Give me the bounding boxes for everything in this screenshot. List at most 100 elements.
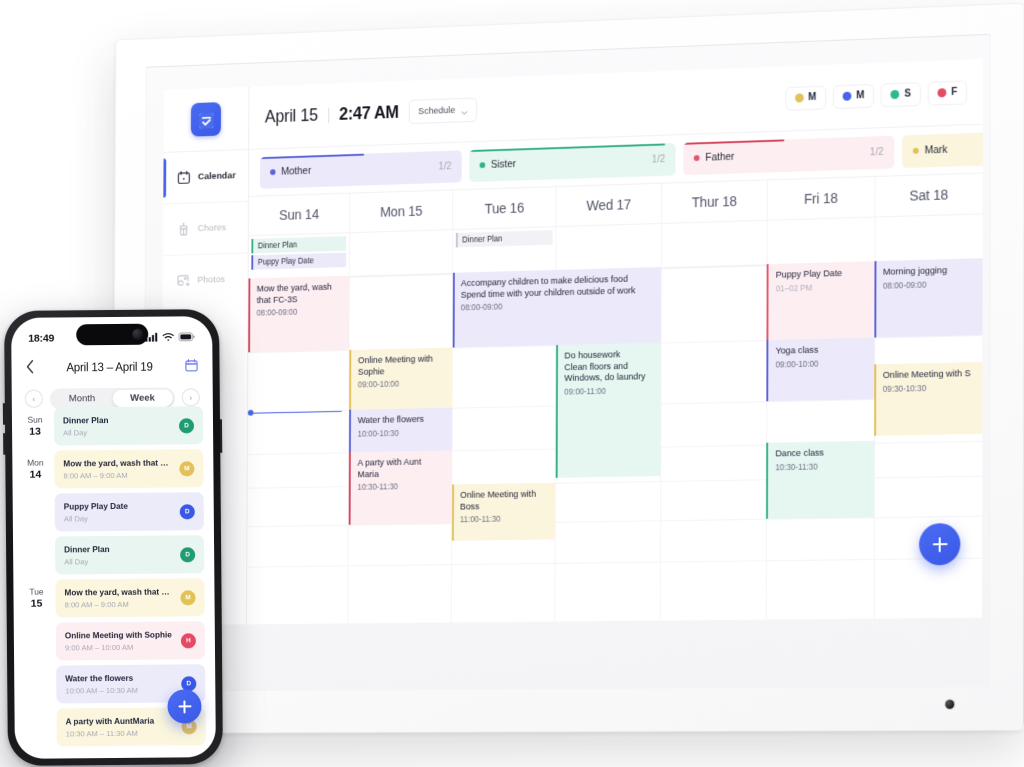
calendar-day-header[interactable]: Fri 18	[766, 176, 875, 220]
avatar[interactable]: S	[880, 81, 921, 107]
event-time: 08:00-09:00	[256, 306, 298, 318]
power-button[interactable]	[219, 419, 223, 454]
phone-week-range: April 13 – April 19	[66, 361, 153, 375]
calendar-event[interactable]: Water the flowers 10:00-10:30	[349, 407, 453, 453]
view-selector-button[interactable]: Schedule	[408, 97, 477, 125]
calendar-allday-cell[interactable]: Dinner Plan Puppy Play Date	[249, 233, 350, 279]
phone-event-title: Puppy Play Date	[63, 501, 128, 511]
sidebar-item-photos[interactable]: Photos	[162, 252, 248, 307]
calendar-event[interactable]: Online Meeting with Sophie 09:00-10:00	[349, 347, 453, 410]
calendar-day-header[interactable]: Tue 16	[452, 187, 556, 230]
calendar-allday-cell[interactable]	[555, 223, 661, 271]
member-color-dot	[479, 162, 486, 169]
calendar-event[interactable]: Puppy Play Date 01–02 PM	[766, 261, 875, 341]
calendar-allday-cell[interactable]	[660, 220, 767, 269]
phone-weekday: Mon	[27, 457, 44, 468]
phone-weekday: Tue	[29, 586, 44, 597]
chevron-left-circle-icon[interactable]: ‹	[24, 389, 43, 408]
main-panel: April 15 2:47 AM Schedule M M S F Mother…	[246, 58, 983, 625]
member-filter-pill[interactable]: Mark	[902, 129, 983, 168]
phone-event-item[interactable]: Online Meeting with Sophie 9:00 AM – 10:0…	[55, 621, 206, 661]
event-time: 10:00-10:30	[357, 427, 399, 439]
member-color-dot	[693, 155, 700, 162]
calendar-icon[interactable]	[184, 358, 198, 377]
calendar-day-header[interactable]: Thur 18	[660, 180, 767, 223]
event-time: 10:30-11:30	[357, 481, 399, 492]
phone-status-time: 18:49	[28, 332, 55, 345]
calendar-allday-cell[interactable]	[766, 217, 875, 266]
event-title: Water the flowers	[357, 414, 424, 426]
phone-nav-bar: April 13 – April 19	[11, 352, 212, 384]
event-time: 10:30-11:30	[775, 461, 818, 472]
phone-event-item[interactable]: Dinner Plan All Day D	[54, 535, 205, 575]
chevron-left-icon[interactable]	[25, 359, 34, 378]
allday-event[interactable]: Dinner Plan	[251, 236, 347, 254]
sidebar-item-label: Calendar	[197, 170, 236, 183]
event-title: Yoga class	[775, 344, 819, 356]
member-progress-bar	[683, 138, 784, 145]
avatar[interactable]: F	[927, 79, 968, 106]
chevron-right-circle-icon[interactable]: ›	[181, 388, 200, 407]
calendar-allday-cell[interactable]: Dinner Plan	[451, 227, 556, 274]
allday-event[interactable]: Dinner Plan	[455, 230, 553, 248]
avatar[interactable]: M	[832, 83, 875, 109]
photo-add-icon	[176, 273, 190, 288]
volume-up-button[interactable]	[2, 402, 6, 425]
calendar-icon	[177, 170, 191, 185]
phone-day-group: Sun 13 Dinner Plan All Day D	[22, 406, 204, 446]
battery-icon	[178, 328, 195, 346]
wifi-icon	[162, 328, 174, 346]
phone-day-label: Tue 15	[23, 580, 50, 747]
phone-event-title: Dinner Plan	[64, 544, 110, 554]
event-time: 08:00-09:00	[460, 301, 503, 313]
sidebar-item-calendar[interactable]: Calendar	[163, 150, 248, 203]
volume-down-button[interactable]	[3, 432, 6, 455]
calendar: Sun 14 Mon 15 Tue 16 Wed 17 Thur 18 Fri 18 Sat…	[246, 173, 983, 625]
member-task-fraction: 1/2	[869, 146, 884, 158]
phone-event-member-badge: M	[180, 589, 196, 605]
calendar-event[interactable]: Mow the yard, wash that FC-3S 08:00-09:00	[248, 275, 351, 353]
sidebar-item-chores[interactable]: Chores	[163, 200, 248, 255]
calendar-event[interactable]: Online Meeting with Boss 11:00-11:30	[451, 482, 556, 541]
calendar-event[interactable]: Morning jogging 08:00-09:00	[874, 258, 983, 338]
phone-event-member-badge: H	[180, 632, 196, 648]
member-filter-pill[interactable]: Father 1/2	[683, 135, 895, 175]
calendar-day-header[interactable]: Mon 15	[349, 190, 453, 233]
calendar-event[interactable]: A party with Aunt Maria 10:30-11:30	[348, 450, 452, 525]
calendar-day-header[interactable]: Sun 14	[249, 194, 350, 236]
header-date: April 15	[264, 105, 318, 127]
event-title: Boss	[460, 501, 480, 512]
phone-event-item[interactable]: Dinner Plan All Day D	[53, 406, 204, 446]
calendar-event[interactable]: Accompany children to make delicious foo…	[452, 267, 662, 348]
calendar-allday-cell[interactable]	[874, 214, 983, 263]
segment-week[interactable]: Week	[112, 388, 173, 407]
event-time: 11:00-11:30	[460, 513, 501, 525]
member-name: Mark	[924, 143, 948, 157]
avatar[interactable]: M	[784, 85, 827, 111]
calendar-event[interactable]: Do housework Clean floors and Windows, do …	[555, 342, 661, 478]
calendar-day-header[interactable]: Sat 18	[874, 173, 983, 217]
add-event-button[interactable]	[167, 689, 202, 724]
avatar-initial: S	[904, 88, 911, 100]
phone-event-item[interactable]: Puppy Play Date All Day D	[54, 492, 204, 532]
allday-event[interactable]: Puppy Play Date	[251, 252, 347, 270]
calendar-event[interactable]: Dance class 10:30-11:30	[766, 440, 874, 519]
sidebar-item-label: Chores	[197, 222, 227, 234]
member-filter-pill[interactable]: Mother 1/2	[259, 149, 462, 189]
calendar-allday-cell[interactable]	[349, 230, 453, 277]
phone-event-list: Mow the yard, wash that FC–3S 8:00 AM – 9…	[54, 449, 205, 575]
segment-month[interactable]: Month	[52, 390, 113, 408]
calendar-event[interactable]: Online Meeting with S 09:30-10:30	[873, 361, 983, 436]
phone-event-member-badge: D	[178, 417, 195, 433]
phone-event-time: All Day	[63, 427, 88, 437]
header-divider	[327, 107, 329, 123]
avatar-color-dot	[842, 91, 852, 101]
calendar-event[interactable]: Yoga class 09:00-10:00	[766, 337, 875, 402]
calendar-day-header[interactable]: Wed 17	[555, 183, 661, 227]
phone-daynum: 13	[29, 425, 41, 438]
member-name: Mother	[281, 165, 312, 178]
phone-daynum: 14	[29, 468, 42, 481]
phone-event-item[interactable]: Mow the yard, wash that FC–3S 8:00 AM – 9…	[54, 449, 204, 489]
phone-event-item[interactable]: Mow the yard, wash that FC–3S 8:00 AM – 9…	[55, 578, 205, 618]
member-filter-pill[interactable]: Sister 1/2	[469, 142, 676, 182]
